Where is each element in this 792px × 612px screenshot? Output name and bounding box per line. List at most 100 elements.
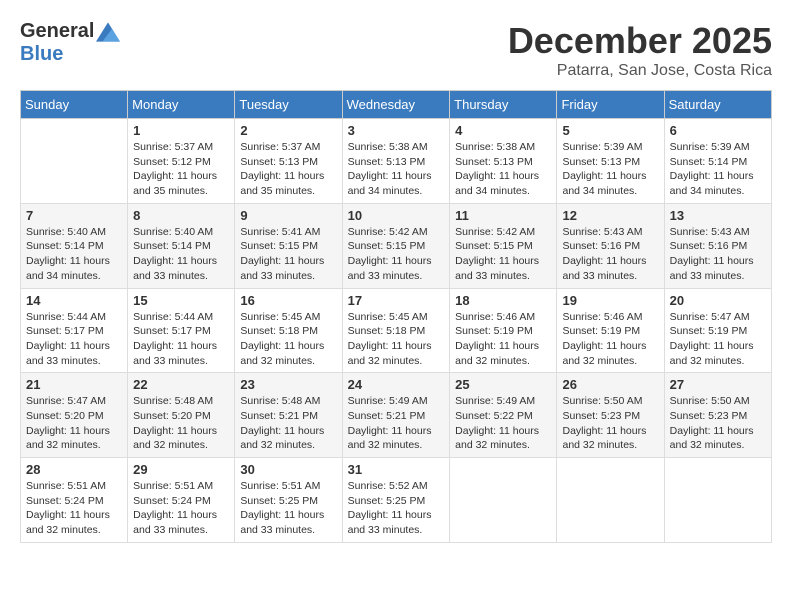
day-info: Sunrise: 5:48 AMSunset: 5:21 PMDaylight:… [240, 394, 336, 453]
calendar-cell [21, 119, 128, 204]
calendar-cell: 29 Sunrise: 5:51 AMSunset: 5:24 PMDaylig… [128, 458, 235, 543]
calendar-cell: 31 Sunrise: 5:52 AMSunset: 5:25 PMDaylig… [342, 458, 450, 543]
month-title: December 2025 [508, 20, 772, 62]
day-info: Sunrise: 5:40 AMSunset: 5:14 PMDaylight:… [133, 225, 229, 284]
calendar-cell: 5 Sunrise: 5:39 AMSunset: 5:13 PMDayligh… [557, 119, 664, 204]
day-info: Sunrise: 5:48 AMSunset: 5:20 PMDaylight:… [133, 394, 229, 453]
day-info: Sunrise: 5:44 AMSunset: 5:17 PMDaylight:… [133, 310, 229, 369]
calendar-cell: 27 Sunrise: 5:50 AMSunset: 5:23 PMDaylig… [664, 373, 771, 458]
day-info: Sunrise: 5:51 AMSunset: 5:24 PMDaylight:… [133, 479, 229, 538]
calendar-table: SundayMondayTuesdayWednesdayThursdayFrid… [20, 90, 772, 543]
day-number: 12 [562, 208, 658, 223]
day-number: 6 [670, 123, 766, 138]
day-number: 11 [455, 208, 551, 223]
day-number: 10 [348, 208, 445, 223]
day-info: Sunrise: 5:50 AMSunset: 5:23 PMDaylight:… [562, 394, 658, 453]
calendar-cell: 22 Sunrise: 5:48 AMSunset: 5:20 PMDaylig… [128, 373, 235, 458]
day-info: Sunrise: 5:45 AMSunset: 5:18 PMDaylight:… [240, 310, 336, 369]
day-number: 21 [26, 377, 122, 392]
day-info: Sunrise: 5:51 AMSunset: 5:25 PMDaylight:… [240, 479, 336, 538]
weekday-header: Monday [128, 91, 235, 119]
day-info: Sunrise: 5:39 AMSunset: 5:13 PMDaylight:… [562, 140, 658, 199]
calendar-week-row: 1 Sunrise: 5:37 AMSunset: 5:12 PMDayligh… [21, 119, 772, 204]
day-info: Sunrise: 5:42 AMSunset: 5:15 PMDaylight:… [348, 225, 445, 284]
calendar-cell: 24 Sunrise: 5:49 AMSunset: 5:21 PMDaylig… [342, 373, 450, 458]
day-info: Sunrise: 5:37 AMSunset: 5:13 PMDaylight:… [240, 140, 336, 199]
day-number: 20 [670, 293, 766, 308]
day-number: 28 [26, 462, 122, 477]
location-text: Patarra, San Jose, Costa Rica [508, 62, 772, 80]
calendar-cell: 17 Sunrise: 5:45 AMSunset: 5:18 PMDaylig… [342, 288, 450, 373]
day-info: Sunrise: 5:46 AMSunset: 5:19 PMDaylight:… [455, 310, 551, 369]
calendar-cell [450, 458, 557, 543]
weekday-header: Saturday [664, 91, 771, 119]
logo-general-text: General [20, 20, 94, 43]
day-info: Sunrise: 5:46 AMSunset: 5:19 PMDaylight:… [562, 310, 658, 369]
calendar-cell: 14 Sunrise: 5:44 AMSunset: 5:17 PMDaylig… [21, 288, 128, 373]
weekday-header: Wednesday [342, 91, 450, 119]
calendar-cell: 30 Sunrise: 5:51 AMSunset: 5:25 PMDaylig… [235, 458, 342, 543]
day-number: 9 [240, 208, 336, 223]
day-number: 18 [455, 293, 551, 308]
calendar-cell: 3 Sunrise: 5:38 AMSunset: 5:13 PMDayligh… [342, 119, 450, 204]
day-number: 16 [240, 293, 336, 308]
day-info: Sunrise: 5:52 AMSunset: 5:25 PMDaylight:… [348, 479, 445, 538]
logo: General Blue [20, 20, 120, 66]
day-number: 13 [670, 208, 766, 223]
calendar-cell: 13 Sunrise: 5:43 AMSunset: 5:16 PMDaylig… [664, 203, 771, 288]
day-info: Sunrise: 5:42 AMSunset: 5:15 PMDaylight:… [455, 225, 551, 284]
calendar-cell: 21 Sunrise: 5:47 AMSunset: 5:20 PMDaylig… [21, 373, 128, 458]
logo-blue-text: Blue [20, 43, 63, 66]
calendar-cell: 15 Sunrise: 5:44 AMSunset: 5:17 PMDaylig… [128, 288, 235, 373]
title-section: December 2025 Patarra, San Jose, Costa R… [508, 20, 772, 80]
day-info: Sunrise: 5:45 AMSunset: 5:18 PMDaylight:… [348, 310, 445, 369]
day-number: 30 [240, 462, 336, 477]
day-number: 27 [670, 377, 766, 392]
calendar-cell: 25 Sunrise: 5:49 AMSunset: 5:22 PMDaylig… [450, 373, 557, 458]
day-info: Sunrise: 5:39 AMSunset: 5:14 PMDaylight:… [670, 140, 766, 199]
day-info: Sunrise: 5:49 AMSunset: 5:21 PMDaylight:… [348, 394, 445, 453]
day-number: 4 [455, 123, 551, 138]
day-info: Sunrise: 5:44 AMSunset: 5:17 PMDaylight:… [26, 310, 122, 369]
day-number: 31 [348, 462, 445, 477]
calendar-cell [664, 458, 771, 543]
day-info: Sunrise: 5:38 AMSunset: 5:13 PMDaylight:… [348, 140, 445, 199]
day-number: 22 [133, 377, 229, 392]
calendar-cell: 18 Sunrise: 5:46 AMSunset: 5:19 PMDaylig… [450, 288, 557, 373]
calendar-cell: 8 Sunrise: 5:40 AMSunset: 5:14 PMDayligh… [128, 203, 235, 288]
day-number: 19 [562, 293, 658, 308]
day-info: Sunrise: 5:50 AMSunset: 5:23 PMDaylight:… [670, 394, 766, 453]
page-header: General Blue December 2025 Patarra, San … [20, 20, 772, 80]
calendar-cell: 1 Sunrise: 5:37 AMSunset: 5:12 PMDayligh… [128, 119, 235, 204]
calendar-cell: 7 Sunrise: 5:40 AMSunset: 5:14 PMDayligh… [21, 203, 128, 288]
calendar-cell: 10 Sunrise: 5:42 AMSunset: 5:15 PMDaylig… [342, 203, 450, 288]
weekday-header: Thursday [450, 91, 557, 119]
weekday-header: Friday [557, 91, 664, 119]
day-number: 24 [348, 377, 445, 392]
day-number: 17 [348, 293, 445, 308]
day-info: Sunrise: 5:41 AMSunset: 5:15 PMDaylight:… [240, 225, 336, 284]
calendar-cell: 23 Sunrise: 5:48 AMSunset: 5:21 PMDaylig… [235, 373, 342, 458]
day-number: 7 [26, 208, 122, 223]
calendar-cell: 20 Sunrise: 5:47 AMSunset: 5:19 PMDaylig… [664, 288, 771, 373]
day-info: Sunrise: 5:47 AMSunset: 5:19 PMDaylight:… [670, 310, 766, 369]
day-number: 3 [348, 123, 445, 138]
day-info: Sunrise: 5:40 AMSunset: 5:14 PMDaylight:… [26, 225, 122, 284]
day-number: 8 [133, 208, 229, 223]
day-info: Sunrise: 5:51 AMSunset: 5:24 PMDaylight:… [26, 479, 122, 538]
calendar-cell [557, 458, 664, 543]
calendar-week-row: 14 Sunrise: 5:44 AMSunset: 5:17 PMDaylig… [21, 288, 772, 373]
day-info: Sunrise: 5:49 AMSunset: 5:22 PMDaylight:… [455, 394, 551, 453]
day-number: 25 [455, 377, 551, 392]
calendar-cell: 11 Sunrise: 5:42 AMSunset: 5:15 PMDaylig… [450, 203, 557, 288]
day-number: 14 [26, 293, 122, 308]
calendar-cell: 2 Sunrise: 5:37 AMSunset: 5:13 PMDayligh… [235, 119, 342, 204]
calendar-cell: 4 Sunrise: 5:38 AMSunset: 5:13 PMDayligh… [450, 119, 557, 204]
day-number: 26 [562, 377, 658, 392]
day-info: Sunrise: 5:43 AMSunset: 5:16 PMDaylight:… [670, 225, 766, 284]
calendar-cell: 28 Sunrise: 5:51 AMSunset: 5:24 PMDaylig… [21, 458, 128, 543]
calendar-cell: 6 Sunrise: 5:39 AMSunset: 5:14 PMDayligh… [664, 119, 771, 204]
weekday-header: Tuesday [235, 91, 342, 119]
day-number: 23 [240, 377, 336, 392]
calendar-cell: 19 Sunrise: 5:46 AMSunset: 5:19 PMDaylig… [557, 288, 664, 373]
